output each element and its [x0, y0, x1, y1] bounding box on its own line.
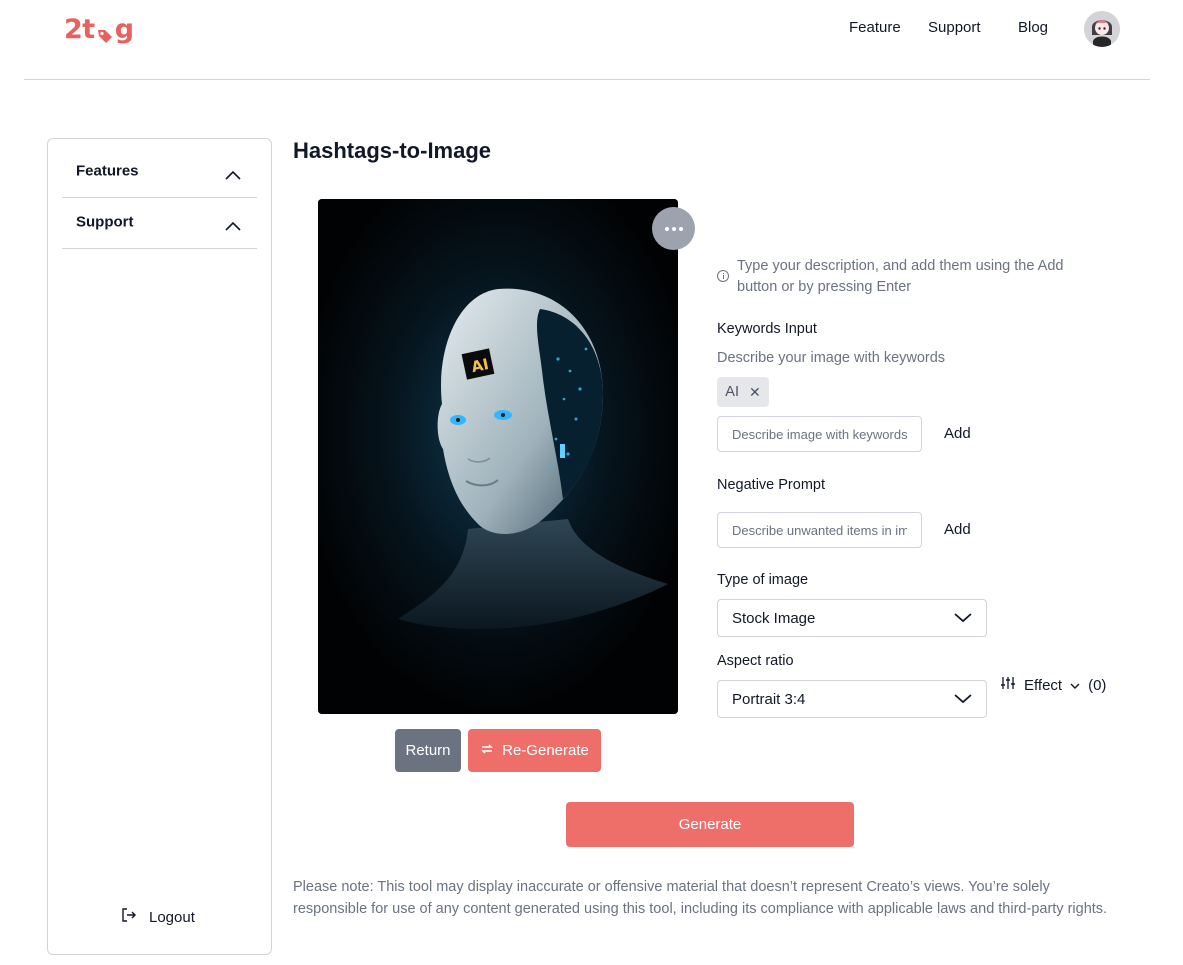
info-icon: [717, 270, 729, 282]
nav-support[interactable]: Support: [928, 19, 981, 36]
effect-count: (0): [1088, 676, 1107, 694]
svg-text:AI: AI: [470, 355, 491, 376]
top-header: 2t g Feature Support Blog: [0, 0, 1183, 80]
logout-icon: [121, 907, 137, 927]
logo-text-prefix: 2t: [64, 14, 95, 45]
chevron-up-icon: [225, 167, 241, 180]
keywords-input[interactable]: [717, 416, 922, 452]
negative-prompt-label: Negative Prompt: [717, 477, 825, 493]
return-button[interactable]: Return: [395, 729, 461, 772]
keywords-sublabel: Describe your image with keywords: [717, 350, 946, 366]
keyword-tag: AI ✕: [717, 377, 769, 407]
nav-feature[interactable]: Feature: [849, 19, 901, 36]
logo-text-suffix: g: [114, 14, 134, 45]
type-select-value: Stock Image: [732, 609, 816, 627]
sidebar: Features Support Logout: [47, 138, 272, 955]
chevron-down-icon: [954, 610, 972, 627]
add-keyword-button[interactable]: Add: [944, 425, 971, 442]
chevron-down-icon: [1070, 677, 1080, 694]
sidebar-item-support[interactable]: Support: [62, 198, 257, 249]
header-divider: [24, 79, 1150, 80]
regenerate-button[interactable]: Re-Generate: [468, 729, 601, 772]
effect-label: Effect: [1024, 676, 1063, 694]
disclaimer-note: Please note: This tool may display inacc…: [293, 879, 1108, 917]
logout-label: Logout: [149, 908, 195, 926]
keywords-label: Keywords Input: [717, 321, 817, 337]
tag-icon: [96, 21, 114, 43]
chevron-up-icon: [225, 218, 241, 231]
regenerate-label: Re-Generate: [502, 742, 589, 759]
more-horizontal-icon: [664, 226, 669, 231]
user-avatar[interactable]: [1084, 11, 1120, 47]
sidebar-item-features[interactable]: Features: [62, 147, 257, 198]
app-logo[interactable]: 2t g: [64, 14, 134, 45]
type-label: Type of image: [717, 572, 809, 588]
nav-blog[interactable]: Blog: [1018, 19, 1048, 36]
logout-button[interactable]: Logout: [121, 907, 195, 927]
page-title: Hashtags-to-Image: [293, 138, 492, 163]
refresh-icon: [480, 742, 494, 760]
type-select[interactable]: Stock Image: [717, 599, 987, 637]
aspect-ratio-value: Portrait 3:4: [732, 690, 806, 708]
keyword-tag-label: AI: [725, 384, 739, 400]
aspect-ratio-label: Aspect ratio: [717, 653, 794, 669]
sidebar-item-label: Features: [76, 162, 139, 180]
add-negative-button[interactable]: Add: [944, 521, 971, 538]
input-hint: Type your description, and add them usin…: [717, 256, 1097, 298]
hint-text: Type your description, and add them usin…: [737, 258, 1064, 295]
close-icon[interactable]: ✕: [749, 384, 761, 401]
aspect-ratio-select[interactable]: Portrait 3:4: [717, 680, 987, 718]
effect-dropdown[interactable]: Effect (0): [1000, 676, 1106, 694]
chevron-down-icon: [954, 691, 972, 708]
generated-image[interactable]: AI: [318, 199, 678, 714]
sidebar-item-label: Support: [76, 213, 134, 231]
image-menu-button[interactable]: [652, 207, 695, 250]
sliders-icon: [1000, 676, 1016, 694]
generate-button[interactable]: Generate: [566, 802, 854, 847]
negative-prompt-input[interactable]: [717, 512, 922, 548]
